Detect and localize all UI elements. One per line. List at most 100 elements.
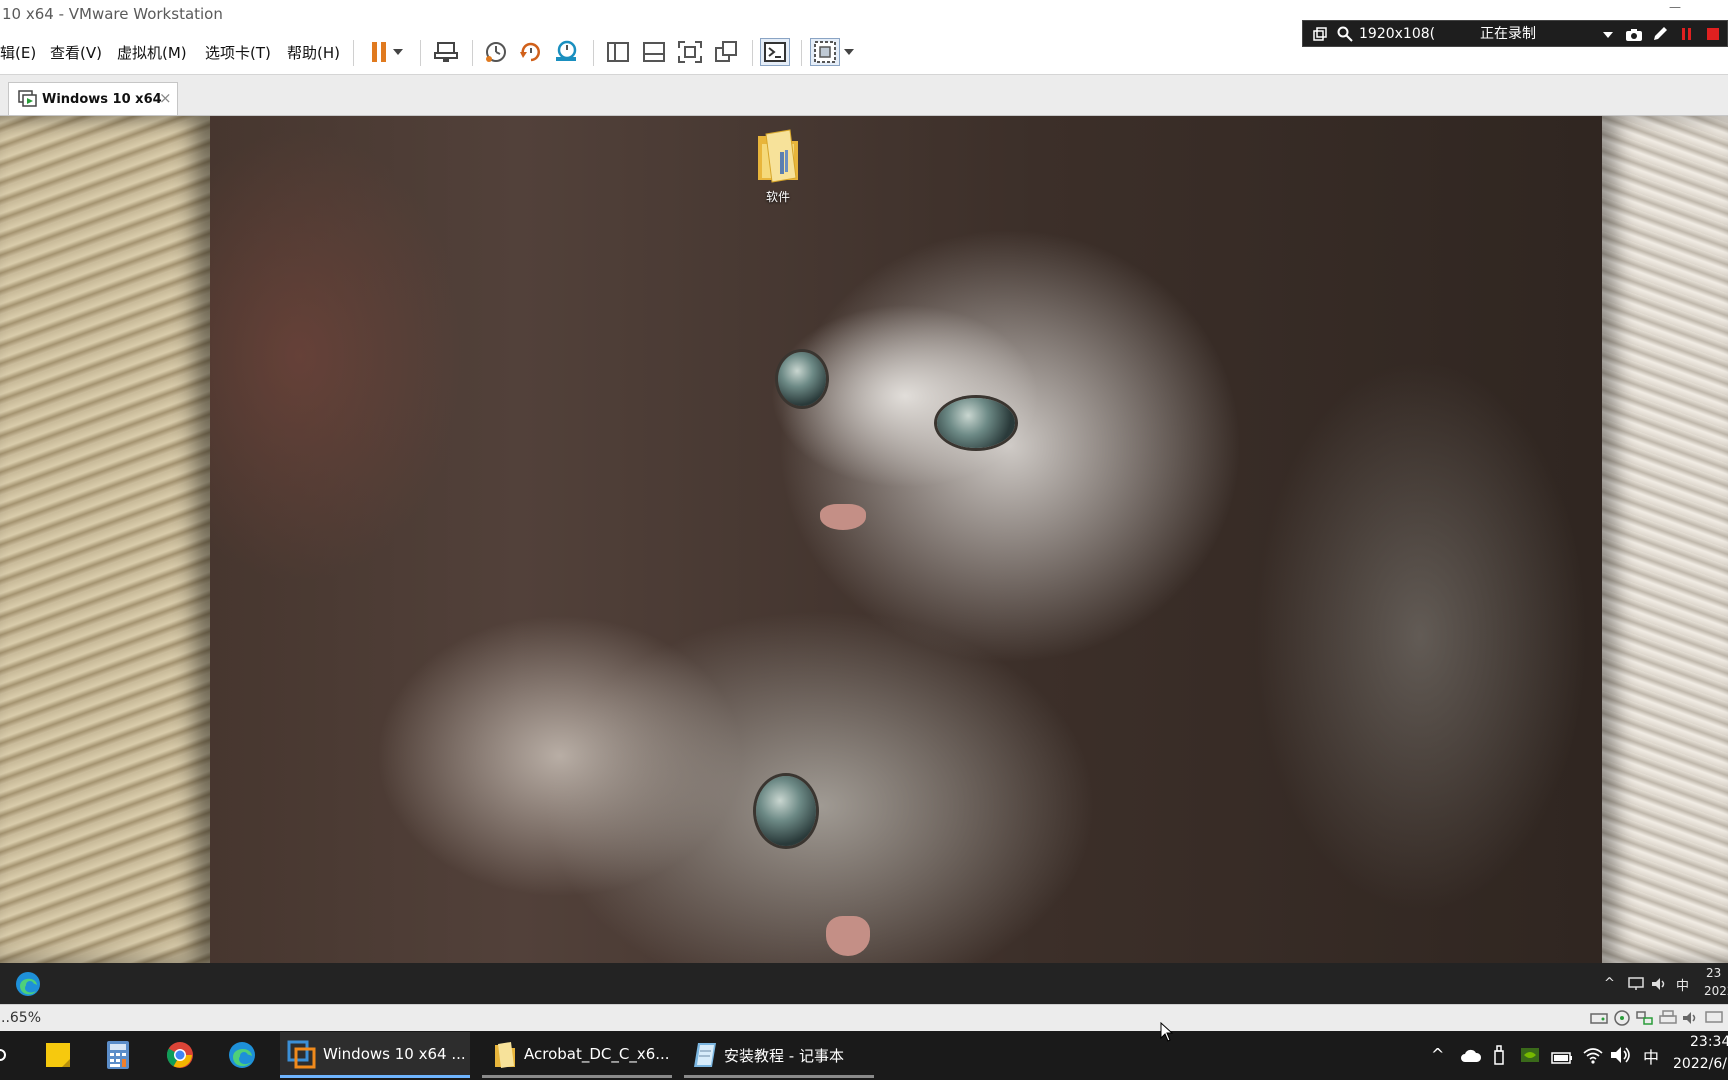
host-calculator-button[interactable] [106,1040,130,1070]
recorder-resolution: 1920x108( [1359,26,1436,42]
wallpaper-kitten-nose [826,916,870,956]
cloud-icon [1461,1049,1482,1062]
console-view-button[interactable] [760,38,790,66]
host-usb-button[interactable] [1493,1045,1505,1069]
menu-tabs[interactable]: 选项卡(T) [205,42,271,63]
desktop-icon-label: 软件 [765,190,790,204]
window-title: 10 x64 - VMware Workstation [2,5,223,23]
guest-volume-button[interactable] [1651,976,1667,995]
send-ctrl-alt-del-button[interactable] [431,38,461,66]
fullscreen-icon [678,41,702,63]
host-nvidia-button[interactable] [1520,1047,1540,1067]
snapshot-manager-button[interactable] [551,38,581,66]
nvidia-icon [1521,1048,1539,1062]
menu-vm[interactable]: 虚拟机(M) [117,42,187,63]
windows-search-icon [0,1049,6,1061]
usb-drive-icon [1494,1045,1504,1065]
host-task-label: 安装教程 - 记事本 [724,1047,844,1065]
minimize-button[interactable]: — [1660,0,1690,14]
guest-network-button[interactable] [1628,976,1644,995]
host-tray-chevron[interactable]: ^ [1431,1045,1444,1064]
stretch-view-button[interactable] [810,38,840,66]
dropdown-icon [1603,32,1613,38]
menu-edit[interactable]: 辑(E) [0,42,36,63]
revert-snapshot-button[interactable] [516,38,546,66]
cd-rom-icon[interactable] [1613,1010,1631,1026]
power-dropdown-button[interactable] [389,38,407,66]
recorder-status: 正在录制 [1480,26,1536,42]
menu-view[interactable]: 查看(V) [50,42,102,63]
recorder-zoom-button[interactable] [1335,21,1355,48]
stretch-view-icon [814,41,836,63]
thumbnail-bar-button[interactable] [639,38,669,66]
host-task-vmware[interactable]: Windows 10 x64 ... [280,1032,470,1078]
guest-clock-date[interactable]: 2022 [1704,984,1728,998]
chrome-icon [166,1042,193,1068]
host-task-acrobat-folder[interactable]: Acrobat_DC_C_x6... [482,1032,672,1078]
desktop-folder-software[interactable]: 软件 [752,126,804,206]
library-icon [607,42,629,62]
guest-edge-button[interactable] [15,971,41,997]
dropdown-icon [393,49,403,55]
stretch-dropdown-button[interactable] [840,38,858,66]
vmware-icon [287,1040,316,1069]
host-volume-button[interactable] [1610,1046,1632,1068]
host-wifi-button[interactable] [1583,1046,1603,1068]
recorder-screenshot-button[interactable] [1623,21,1645,48]
task-running-indicator [684,1075,874,1078]
recorder-window-button[interactable] [1311,21,1329,48]
guest-screen[interactable]: 软件 ^ 中 23 2022 [0,116,1728,1004]
recorder-draw-button[interactable] [1649,21,1671,48]
thumbnail-bar-icon [643,42,665,62]
window-icon [1313,27,1327,41]
host-task-label: Acrobat_DC_C_x6... [524,1045,670,1063]
library-toggle-button[interactable] [603,38,633,66]
pause-icon [372,42,386,62]
fullscreen-button[interactable] [675,38,705,66]
recorder-stop-button[interactable] [1701,21,1725,48]
vmware-status-bar: ..65% [0,1004,1728,1032]
guest-clock-time[interactable]: 23 [1706,966,1721,980]
tab-close-button[interactable]: × [159,89,172,107]
wifi-icon [1583,1048,1603,1064]
stop-icon [1707,28,1719,40]
wallpaper-kitten-eye [778,352,826,406]
host-ime-indicator[interactable]: 中 [1643,1044,1659,1068]
display-icon[interactable] [1705,1010,1723,1026]
host-clock-time[interactable]: 23:34 [1690,1034,1728,1050]
vm-tab-strip: Windows 10 x64 × [0,75,1728,116]
unity-button[interactable] [711,38,741,66]
host-chrome-button[interactable] [166,1041,194,1069]
toolbar-separator [353,40,354,66]
desktop-wallpaper [0,116,1728,963]
guest-ime-indicator[interactable]: 中 [1676,975,1689,994]
host-taskbar: Windows 10 x64 ... Acrobat_DC_C_x6... 安装… [0,1031,1728,1080]
recorder-pause-button[interactable] [1677,21,1697,48]
wallpaper-rope-right [1602,116,1728,963]
sound-card-icon[interactable] [1682,1010,1700,1026]
folder-icon [495,1042,515,1068]
toolbar-separator [801,40,802,66]
sticky-notes-icon [46,1043,70,1067]
toolbar-separator [472,40,473,66]
host-task-notepad[interactable]: 安装教程 - 记事本 [684,1032,874,1078]
hard-disk-icon[interactable] [1590,1010,1608,1026]
snapshot-button[interactable] [481,38,511,66]
host-start-button[interactable] [0,1043,6,1067]
network-adapter-icon[interactable] [1636,1010,1654,1026]
tab-windows-10-x64[interactable]: Windows 10 x64 × [8,82,178,115]
printer-icon[interactable] [1659,1010,1677,1026]
zoom-level: ..65% [1,1010,42,1026]
guest-tray-chevron[interactable]: ^ [1604,976,1615,991]
magnifier-icon [1337,26,1353,42]
host-battery-button[interactable] [1551,1049,1573,1068]
host-clock-date[interactable]: 2022/6/ [1673,1056,1727,1072]
host-onedrive-button[interactable] [1460,1048,1482,1067]
task-running-indicator [482,1075,672,1078]
host-sticky-notes-button[interactable] [44,1041,72,1069]
host-edge-button[interactable] [228,1041,256,1069]
toolbar-separator [593,40,594,66]
recorder-dropdown-button[interactable] [1599,21,1617,48]
menu-help[interactable]: 帮助(H) [287,42,340,63]
snapshot-manager-icon [556,40,577,61]
